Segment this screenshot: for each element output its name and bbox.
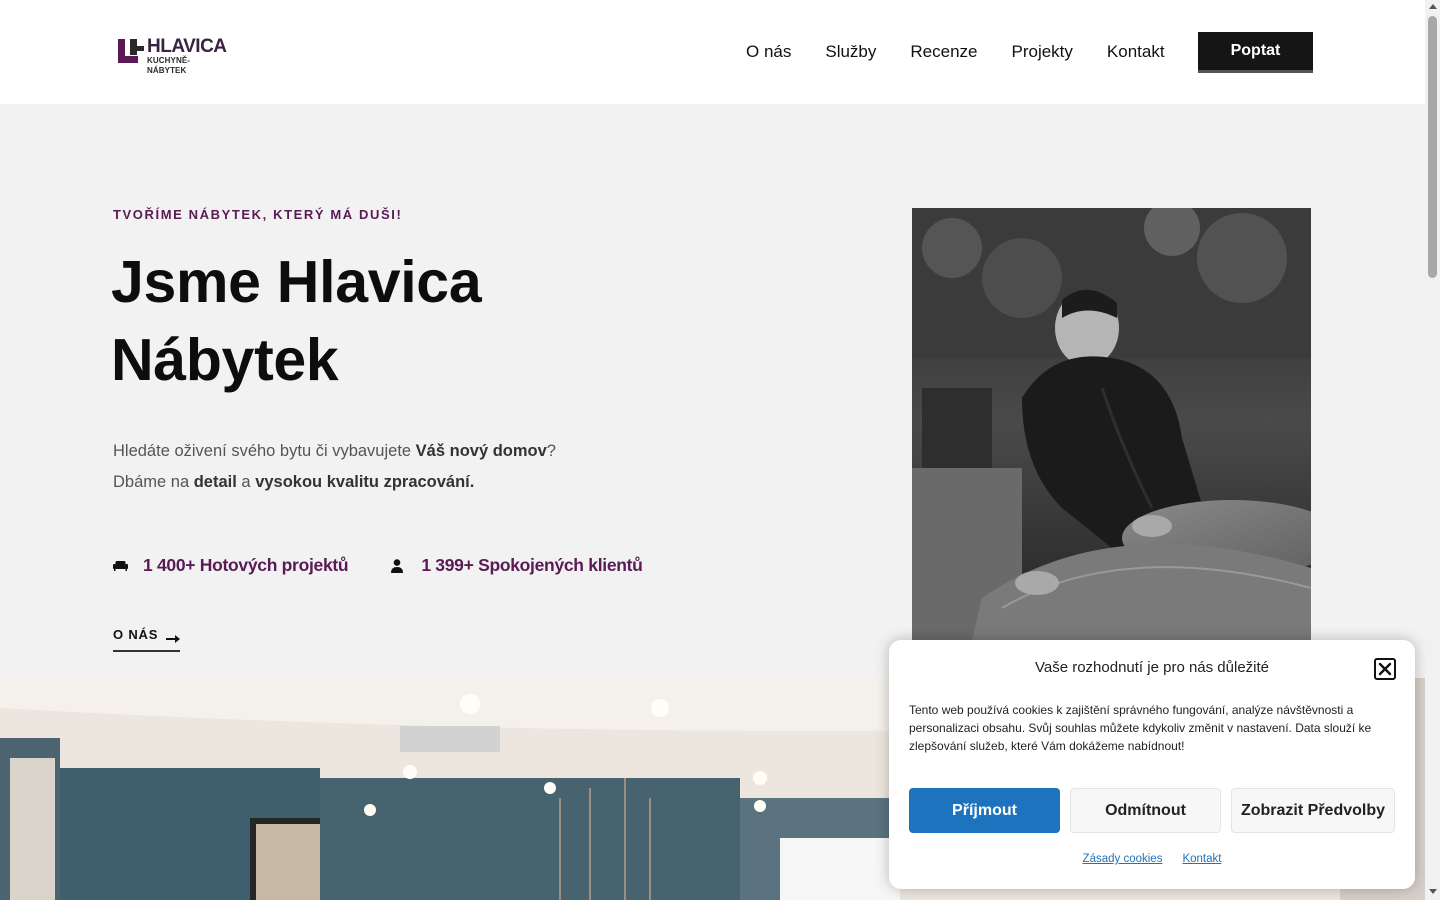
nav-item-recenze[interactable]: Recenze xyxy=(910,40,977,64)
stat-projects-label: 1 400+ Hotových projektů xyxy=(143,555,349,575)
scroll-down-icon[interactable] xyxy=(1429,889,1437,894)
nav-item-kontakt[interactable]: Kontakt xyxy=(1107,40,1165,64)
cookie-consent-dialog: Vaše rozhodnutí je pro nás důležité Tent… xyxy=(889,640,1415,889)
craftsman-photo xyxy=(912,208,1311,640)
hero-text-segment: Hledáte oživení svého bytu či vybavujete xyxy=(113,442,416,460)
cookie-title: Vaše rozhodnutí je pro nás důležité xyxy=(1034,659,1270,676)
stat-clients: 1 399+ Spokojených klientů xyxy=(388,555,643,576)
stat-projects: 1 400+ Hotových projektů xyxy=(113,555,349,576)
logo-name: HLAVICA xyxy=(147,36,227,57)
about-link-label: O NÁS xyxy=(113,627,159,642)
about-link[interactable]: O NÁS xyxy=(113,627,181,652)
scrollbar-thumb[interactable] xyxy=(1428,16,1437,278)
hero-title: Jsme Hlavica Nábytek xyxy=(111,243,671,399)
hero-text-segment: Dbáme na xyxy=(113,473,194,491)
nav-item-o-nas[interactable]: O nás xyxy=(746,40,791,64)
logo-mark-icon xyxy=(117,38,145,64)
hero-title-line-2: Nábytek xyxy=(111,327,339,393)
hero-eyebrow: TVOŘÍME NÁBYTEK, KTERÝ MÁ DUŠI! xyxy=(113,207,403,222)
user-icon xyxy=(391,558,409,573)
nav-item-projekty[interactable]: Projekty xyxy=(1012,40,1073,64)
hero-title-line-1: Jsme Hlavica xyxy=(111,249,482,315)
hero-text-segment: a xyxy=(236,473,256,491)
scroll-up-icon[interactable] xyxy=(1429,4,1437,9)
page-scrollbar[interactable] xyxy=(1425,0,1440,900)
hero-text-bold: vysokou kvalitu zpracování. xyxy=(255,473,475,491)
cookie-text: Tento web používá cookies k zajištění sp… xyxy=(909,703,1372,753)
hero-text-bold: detail xyxy=(193,473,237,491)
logo-tagline: KUCHYNĚ-NÁBYTEK xyxy=(147,56,191,75)
logo[interactable]: HLAVICA KUCHYNĚ-NÁBYTEK xyxy=(117,36,229,75)
stat-clients-label: 1 399+ Spokojených klientů xyxy=(421,555,643,575)
arrow-right-icon xyxy=(166,631,181,643)
deny-button[interactable]: Odmítnout xyxy=(1070,788,1221,833)
hero-text-segment: ? xyxy=(546,442,556,460)
preferences-button[interactable]: Zobrazit Předvolby xyxy=(1231,788,1395,833)
hero-stats: 1 400+ Hotových projektů 1 399+ Spokojen… xyxy=(113,555,683,576)
cookie-policy-link[interactable]: Zásady cookies xyxy=(1083,853,1163,865)
site-header: HLAVICA KUCHYNĚ-NÁBYTEK O nás Služby Rec… xyxy=(0,0,1425,104)
main-nav: O nás Služby Recenze Projekty Kontakt xyxy=(746,40,1165,64)
hero-text-bold: Váš nový domov xyxy=(415,442,547,460)
poptat-button[interactable]: Poptat xyxy=(1198,32,1313,73)
nav-item-sluzby[interactable]: Služby xyxy=(825,40,876,64)
close-icon[interactable] xyxy=(1374,658,1396,680)
hero-description: Hledáte oživení svého bytu či vybavujete… xyxy=(113,436,713,498)
cookie-links: Zásady cookies Kontakt xyxy=(889,853,1415,865)
contact-link[interactable]: Kontakt xyxy=(1182,853,1221,865)
sofa-icon xyxy=(113,559,131,573)
accept-button[interactable]: Příjmout xyxy=(909,788,1060,833)
